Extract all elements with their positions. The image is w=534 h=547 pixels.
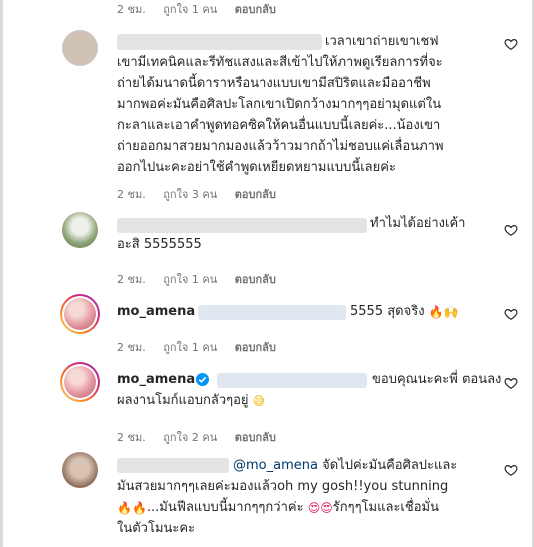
- avatar[interactable]: [62, 30, 98, 66]
- reply-button[interactable]: ตอบกลับ: [235, 3, 276, 16]
- comment-text-line-2: อะสิ 5555555: [117, 237, 202, 252]
- comment-meta: 2 ชม. ถูกใจ 2 คน ตอบกลับ: [117, 428, 290, 446]
- like-icon[interactable]: [504, 307, 518, 321]
- username-blurred[interactable]: [117, 218, 367, 233]
- fire-emoji: 🔥: [117, 500, 132, 515]
- comment-text-line-3: 🔥🔥...มันฟีลแบบนี้มากๆๆกว่าค่ะ 😍😍รักๆๆโมแ…: [117, 500, 439, 515]
- comment-text-line-2: มันสวยมากๆๆเลยค่ะมองแล้วoh my gosh!!you …: [117, 479, 449, 494]
- sweat-smile-emoji: 😅: [252, 393, 266, 408]
- reply-button[interactable]: ตอบกลับ: [235, 341, 276, 354]
- frame-border-left: [0, 0, 3, 547]
- avatar-story-ring[interactable]: [60, 294, 100, 334]
- comment-text: 5555 สุดจริง 🔥🙌: [350, 304, 459, 319]
- comment-time: 2 ชม.: [117, 273, 146, 286]
- like-icon[interactable]: [504, 37, 518, 51]
- comment-text-line-2: ผลงานโมก์แอบกลัวๆอยู่ 😅: [117, 393, 266, 408]
- comment-time: 2 ชม.: [117, 431, 146, 444]
- comment-text-line-4: ในตัวโมนะคะ: [117, 521, 196, 536]
- comment-meta-top: 2 ชม. ถูกใจ 1 คน ตอบกลับ: [117, 0, 290, 18]
- avatar[interactable]: [62, 212, 98, 248]
- comment-text-line-1: ทำไมได้อย่างเค้า: [370, 216, 466, 231]
- mention-link[interactable]: @mo_amena: [233, 458, 318, 473]
- comment-likes[interactable]: ถูกใจ 1 คน: [163, 341, 217, 354]
- fire-emoji: 🔥: [428, 304, 444, 319]
- heart-eyes-emoji: 😍: [307, 500, 321, 515]
- avatar-story-ring[interactable]: [60, 362, 100, 402]
- verified-badge-icon: [196, 373, 209, 386]
- comment-likes[interactable]: ถูกใจ 1 คน: [163, 3, 217, 16]
- username[interactable]: mo_amena: [117, 304, 195, 319]
- comment-meta: 2 ชม. ถูกใจ 1 คน ตอบกลับ: [117, 338, 290, 356]
- comment-meta: 2 ชม. ถูกใจ 3 คน ตอบกลับ: [117, 185, 290, 203]
- comment-time: 2 ชม.: [117, 341, 146, 354]
- mention-blurred[interactable]: [198, 305, 346, 320]
- heart-eyes-emoji: 😍: [320, 500, 333, 515]
- avatar[interactable]: [62, 452, 98, 488]
- comment-text-line-1: @mo_amena จัดไปค่ะมันคือศิลปะและ: [233, 458, 458, 473]
- comment-likes[interactable]: ถูกใจ 3 คน: [163, 188, 217, 201]
- mention-blurred[interactable]: [217, 373, 367, 388]
- username[interactable]: mo_amena: [117, 372, 195, 387]
- comment-text: เวลาเขาถ่ายเขาเชฟ เขามีเทคนิคและรีทัชแสง…: [117, 34, 444, 175]
- like-icon[interactable]: [504, 463, 518, 477]
- comment-text: mo_amena: [117, 301, 195, 322]
- comment-meta: 2 ชม. ถูกใจ 1 คน ตอบกลับ: [117, 270, 290, 288]
- comment-likes[interactable]: ถูกใจ 2 คน: [163, 431, 217, 444]
- comment-time: 2 ชม.: [117, 3, 146, 16]
- username-blurred[interactable]: [117, 458, 229, 473]
- comment-text: mo_amena: [117, 369, 195, 390]
- comment-likes[interactable]: ถูกใจ 1 คน: [163, 273, 217, 286]
- reply-button[interactable]: ตอบกลับ: [235, 188, 276, 201]
- fire-emoji: 🔥: [131, 500, 147, 515]
- reply-button[interactable]: ตอบกลับ: [235, 431, 276, 444]
- reply-button[interactable]: ตอบกลับ: [235, 273, 276, 286]
- comment-time: 2 ชม.: [117, 188, 146, 201]
- comment-text-line-1: ขอบคุณนะคะพี่ ตอนลง: [372, 372, 502, 387]
- like-icon[interactable]: [504, 223, 518, 237]
- praying-hands-emoji: 🙌: [443, 304, 459, 319]
- like-icon[interactable]: [504, 376, 518, 390]
